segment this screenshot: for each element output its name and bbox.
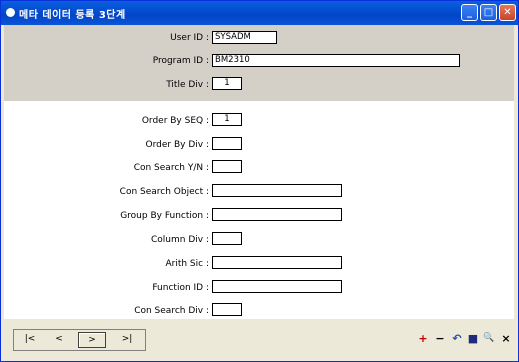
- title-bar[interactable]: 메타 데이터 등록 3단계 _ □ ✕: [1, 1, 518, 25]
- column-div-field[interactable]: [212, 232, 242, 245]
- footer-toolbar: |< < > >| + − ↶ ■ 🔍 ×: [4, 319, 514, 358]
- add-icon[interactable]: +: [417, 333, 429, 344]
- con-search-div-label: Con Search Div :: [134, 306, 209, 316]
- con-search-yn-field[interactable]: [212, 160, 242, 173]
- app-window: 메타 데이터 등록 3단계 _ □ ✕ User ID : SYSADM Pro…: [0, 0, 519, 362]
- program-id-label: Program ID :: [152, 56, 209, 66]
- header-panel: User ID : SYSADM Program ID : BM2310 Tit…: [4, 25, 514, 101]
- save-icon[interactable]: ■: [467, 333, 479, 344]
- first-record-button[interactable]: |<: [17, 332, 43, 346]
- function-id-label: Function ID :: [152, 283, 209, 293]
- find-icon[interactable]: 🔍: [483, 333, 495, 344]
- con-search-object-label: Con Search Object :: [119, 187, 209, 197]
- con-search-yn-label: Con Search Y/N :: [133, 163, 209, 173]
- function-id-field[interactable]: [212, 280, 342, 293]
- undo-icon[interactable]: ↶: [451, 333, 463, 344]
- order-by-div-label: Order By Div :: [145, 140, 209, 150]
- group-by-function-field[interactable]: [212, 208, 342, 221]
- arith-sic-label: Arith Sic :: [165, 259, 209, 269]
- user-id-field[interactable]: SYSADM: [212, 31, 277, 44]
- maximize-button[interactable]: □: [480, 4, 497, 21]
- record-navigator: |< < > >|: [13, 329, 146, 351]
- user-id-label: User ID :: [170, 33, 209, 43]
- program-id-field[interactable]: BM2310: [212, 54, 460, 67]
- last-record-button[interactable]: >|: [114, 332, 140, 346]
- minimize-icon: _: [467, 7, 472, 18]
- detail-panel: Order By SEQ : 1 Order By Div : Con Sear…: [4, 101, 514, 319]
- close-icon[interactable]: ×: [500, 333, 512, 344]
- title-div-label: Title Div :: [166, 80, 209, 90]
- window-title: 메타 데이터 등록 3단계: [19, 10, 126, 21]
- close-icon: ✕: [503, 7, 512, 18]
- previous-record-button[interactable]: <: [46, 332, 72, 346]
- con-search-object-field[interactable]: [212, 184, 342, 197]
- arith-sic-field[interactable]: [212, 256, 342, 269]
- close-window-button[interactable]: ✕: [499, 4, 516, 21]
- con-search-div-field[interactable]: [212, 303, 242, 316]
- order-by-seq-label: Order By SEQ :: [141, 116, 209, 126]
- maximize-icon: □: [483, 7, 494, 18]
- next-record-button[interactable]: >: [78, 332, 106, 348]
- order-by-seq-field[interactable]: 1: [212, 113, 242, 126]
- group-by-function-label: Group By Function :: [120, 211, 209, 221]
- title-div-field[interactable]: 1: [212, 77, 242, 90]
- app-icon: [6, 8, 15, 17]
- remove-icon[interactable]: −: [434, 333, 446, 344]
- order-by-div-field[interactable]: [212, 137, 242, 150]
- column-div-label: Column Div :: [151, 235, 209, 245]
- minimize-button[interactable]: _: [461, 4, 478, 21]
